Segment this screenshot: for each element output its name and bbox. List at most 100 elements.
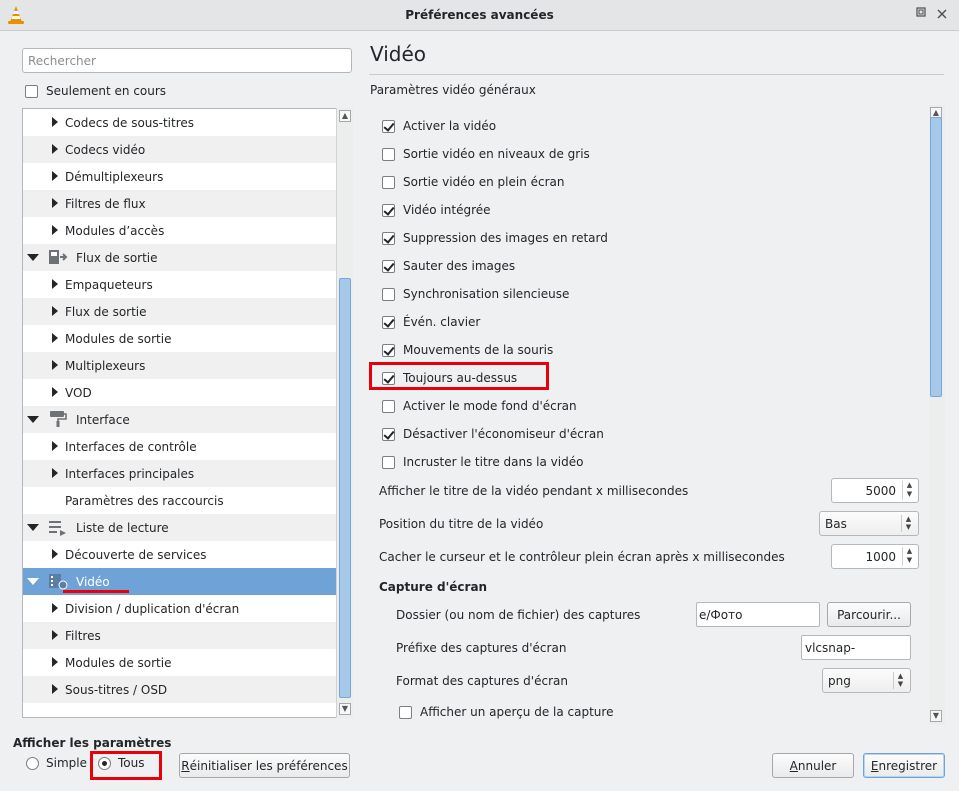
- expand-arrow-icon[interactable]: [52, 684, 58, 694]
- hide-cursor-spinbox[interactable]: 1000 ▲ ▼: [831, 544, 919, 569]
- snapshot-preview-option[interactable]: Afficher un aperçu de la capture: [399, 704, 613, 720]
- collapse-arrow-icon[interactable]: [27, 524, 39, 531]
- option-checkbox[interactable]: [382, 343, 395, 357]
- video-option[interactable]: Activer le mode fond d'écran: [382, 398, 577, 414]
- category-tree[interactable]: Codecs de sous-titres Codecs vidéo Démulti…: [22, 108, 353, 718]
- expand-arrow-icon[interactable]: [52, 117, 58, 127]
- video-option[interactable]: Vidéo intégrée: [382, 202, 491, 218]
- option-checkbox[interactable]: [382, 399, 395, 413]
- video-option[interactable]: Évén. clavier: [382, 314, 480, 330]
- snapshot-folder-input[interactable]: e/Фото: [696, 602, 820, 627]
- tree-scroll-up-button[interactable]: ▲: [339, 110, 351, 122]
- hide-cursor-stepper[interactable]: ▲ ▼: [902, 547, 916, 566]
- title-duration-stepper[interactable]: ▲ ▼: [902, 481, 916, 500]
- video-option[interactable]: Désactiver l'économiseur d'écran: [382, 426, 604, 442]
- option-checkbox[interactable]: [382, 259, 395, 273]
- simple-radio[interactable]: [26, 756, 39, 770]
- tree-item[interactable]: Liste de lecture: [23, 514, 337, 541]
- snapshot-prefix-input[interactable]: vlcsnap-: [801, 635, 911, 660]
- video-option[interactable]: Suppression des images en retard: [382, 230, 608, 246]
- tree-item[interactable]: Filtres: [23, 622, 337, 649]
- expand-arrow-icon[interactable]: [52, 333, 58, 343]
- simple-option[interactable]: Simple: [26, 755, 87, 771]
- collapse-arrow-icon[interactable]: [27, 416, 39, 423]
- settings-scroll-down-button[interactable]: ▼: [930, 710, 942, 722]
- title-position-select[interactable]: Bas ▲ ▼: [819, 511, 919, 536]
- all-radio[interactable]: [98, 756, 111, 770]
- tree-item[interactable]: Interface: [23, 406, 337, 433]
- browse-button[interactable]: Parcourir...: [827, 602, 911, 627]
- option-checkbox[interactable]: [382, 147, 395, 161]
- only-current-option[interactable]: Seulement en cours: [25, 83, 166, 99]
- expand-arrow-icon[interactable]: [52, 387, 58, 397]
- collapse-arrow-icon[interactable]: [27, 254, 39, 261]
- tree-item[interactable]: Démultiplexeurs: [23, 163, 337, 190]
- reset-mnemonic: R: [181, 758, 190, 773]
- video-option[interactable]: Sauter des images: [382, 258, 515, 274]
- video-option[interactable]: Activer la vidéo: [382, 118, 496, 134]
- expand-arrow-icon[interactable]: [52, 171, 58, 181]
- expand-arrow-icon[interactable]: [52, 630, 58, 640]
- expand-arrow-icon[interactable]: [52, 306, 58, 316]
- restore-window-button[interactable]: [913, 7, 929, 23]
- snapshot-preview-checkbox[interactable]: [399, 705, 412, 719]
- option-checkbox[interactable]: [382, 175, 395, 189]
- expand-arrow-icon[interactable]: [52, 198, 58, 208]
- snapshot-format-select[interactable]: png ▲ ▼: [822, 668, 911, 693]
- expand-arrow-icon[interactable]: [52, 468, 58, 478]
- tree-item[interactable]: Flux de sortie: [23, 298, 337, 325]
- tree-item[interactable]: Multiplexeurs: [23, 352, 337, 379]
- expand-arrow-icon[interactable]: [52, 657, 58, 667]
- tree-item[interactable]: Flux de sortie: [23, 244, 337, 271]
- search-input[interactable]: [22, 48, 352, 73]
- option-checkbox[interactable]: [382, 119, 395, 133]
- expand-arrow-icon[interactable]: [52, 279, 58, 289]
- option-checkbox[interactable]: [382, 203, 395, 217]
- tree-item[interactable]: Modules de sortie: [23, 325, 337, 352]
- option-checkbox[interactable]: [382, 315, 395, 329]
- tree-item[interactable]: Modules d’accès: [23, 217, 337, 244]
- video-option[interactable]: Incruster le titre dans la vidéo: [382, 454, 583, 470]
- hide-cursor-value: 1000: [865, 549, 896, 564]
- video-option[interactable]: Synchronisation silencieuse: [382, 286, 569, 302]
- all-option[interactable]: Tous: [98, 755, 145, 771]
- settings-scroll-handle[interactable]: [930, 117, 942, 397]
- expand-arrow-icon[interactable]: [52, 360, 58, 370]
- tree-item[interactable]: Codecs vidéo: [23, 136, 337, 163]
- expand-arrow-icon[interactable]: [52, 144, 58, 154]
- only-current-checkbox[interactable]: [25, 84, 38, 98]
- reset-preferences-button[interactable]: Réinitialiser les préférences: [179, 753, 350, 778]
- expand-arrow-icon[interactable]: [52, 603, 58, 613]
- tree-item[interactable]: Codecs de sous-titres: [23, 109, 337, 136]
- video-option[interactable]: Mouvements de la souris: [382, 342, 553, 358]
- video-option[interactable]: Sortie vidéo en plein écran: [382, 174, 564, 190]
- tree-item[interactable]: Paramètres des raccourcis: [23, 487, 337, 514]
- tree-item[interactable]: Modules de sortie: [23, 649, 337, 676]
- tree-scroll-down-button[interactable]: ▼: [339, 703, 351, 715]
- tree-item[interactable]: Sous-titres / OSD: [23, 676, 337, 703]
- expand-arrow-icon[interactable]: [52, 549, 58, 559]
- tree-item[interactable]: Empaqueteurs: [23, 271, 337, 298]
- tree-scroll-handle[interactable]: [339, 278, 351, 698]
- tree-item[interactable]: Interfaces de contrôle: [23, 433, 337, 460]
- tree-item[interactable]: Division / duplication d'écran: [23, 595, 337, 622]
- cancel-button[interactable]: Annuler: [772, 753, 854, 778]
- tree-item[interactable]: Découverte de services: [23, 541, 337, 568]
- expand-arrow-icon[interactable]: [52, 225, 58, 235]
- video-option[interactable]: Sortie vidéo en niveaux de gris: [382, 146, 590, 162]
- close-window-button[interactable]: [934, 7, 950, 23]
- save-button[interactable]: Enregistrer: [863, 753, 945, 778]
- tree-scrollbar[interactable]: ▲ ▼: [336, 108, 353, 718]
- expand-arrow-icon[interactable]: [52, 441, 58, 451]
- title-duration-spinbox[interactable]: 5000 ▲ ▼: [831, 478, 919, 503]
- option-checkbox[interactable]: [382, 455, 395, 469]
- title-duration-value: 5000: [865, 483, 896, 498]
- option-checkbox[interactable]: [382, 287, 395, 301]
- tree-item[interactable]: Filtres de flux: [23, 190, 337, 217]
- tree-item[interactable]: Interfaces principales: [23, 460, 337, 487]
- option-checkbox[interactable]: [382, 231, 395, 245]
- tree-item[interactable]: VOD: [23, 379, 337, 406]
- option-checkbox[interactable]: [382, 427, 395, 441]
- collapse-arrow-icon[interactable]: [27, 578, 39, 585]
- settings-scrollbar[interactable]: ▲ ▼: [929, 105, 945, 725]
